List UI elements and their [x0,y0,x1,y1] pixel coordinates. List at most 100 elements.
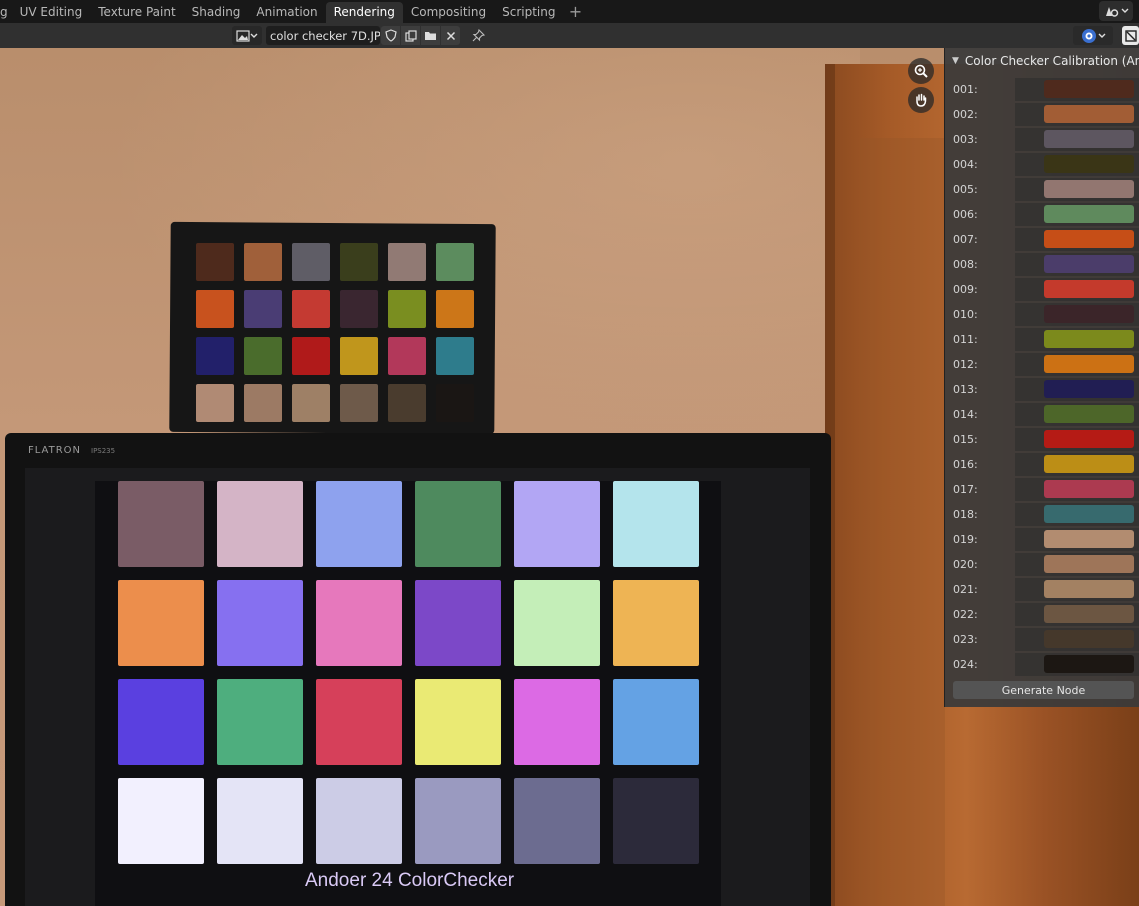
card-patch [436,290,474,328]
color-swatch[interactable] [1044,555,1134,573]
color-swatch[interactable] [1044,580,1134,598]
card-patch [292,384,330,422]
screen-patch [613,580,699,666]
display-mode-button[interactable] [1073,26,1113,45]
screen-patch [217,580,303,666]
scene-icon [1106,7,1119,17]
color-swatch[interactable] [1044,330,1134,348]
tab-shading[interactable]: Shading [184,2,249,23]
color-row-label: 007: [953,233,978,246]
chevron-down-icon [250,33,258,38]
color-swatch[interactable] [1044,280,1134,298]
hand-icon [916,93,927,107]
panel-title: Color Checker Calibration (Andoer) [964,54,1139,68]
color-row-label: 015: [953,433,978,446]
color-swatch[interactable] [1044,230,1134,248]
screen-patch [316,679,402,765]
add-workspace-button[interactable]: + [565,2,585,22]
card-patch [340,243,378,281]
tab-label: Scripting [502,5,556,19]
scene-selector-button[interactable] [1099,1,1133,21]
color-swatch[interactable] [1044,80,1134,98]
color-swatch[interactable] [1044,380,1134,398]
duplicate-image-button[interactable] [401,26,420,45]
color-row: 018: [944,503,1139,528]
color-swatch[interactable] [1044,130,1134,148]
color-row: 013: [944,378,1139,403]
card-patch [292,290,330,328]
color-row: 021: [944,578,1139,603]
color-swatch[interactable] [1044,530,1134,548]
color-swatch[interactable] [1044,155,1134,173]
tab-uv-editing[interactable]: UV Editing [12,2,91,23]
fake-user-button[interactable] [381,26,400,45]
screen-patch [613,778,699,864]
color-row-label: 004: [953,158,978,171]
color-row: 002: [944,103,1139,128]
tab-label: Rendering [333,5,395,19]
color-swatch[interactable] [1044,630,1134,648]
gizmo-toggle-button[interactable] [1122,26,1139,45]
color-row-label: 003: [953,133,978,146]
panel-header[interactable]: ▼ Color Checker Calibration (Andoer) [944,53,1139,69]
color-swatch[interactable] [1044,255,1134,273]
card-patch [388,243,426,281]
color-row-label: 021: [953,583,978,596]
color-swatch[interactable] [1044,205,1134,223]
color-row: 019: [944,528,1139,553]
tab-compositing[interactable]: Compositing [403,2,494,23]
card-patch [244,290,282,328]
tab-partial[interactable]: g [0,2,12,23]
color-swatch[interactable] [1044,305,1134,323]
pan-button[interactable] [908,87,934,113]
color-swatch[interactable] [1044,505,1134,523]
monitor-model-label: IPS235 [91,447,116,455]
color-row-label: 022: [953,608,978,621]
tab-rendering[interactable]: Rendering [325,1,403,23]
tab-animation[interactable]: Animation [248,2,325,23]
screen-patch [217,778,303,864]
color-row: 006: [944,203,1139,228]
color-swatch[interactable] [1044,105,1134,123]
color-swatch[interactable] [1044,180,1134,198]
card-patch [436,384,474,422]
card-patch [340,337,378,375]
image-name-field[interactable]: color checker 7D.JPG [266,26,380,45]
zoom-button[interactable] [908,58,934,84]
color-swatch[interactable] [1044,405,1134,423]
tab-label: Animation [256,5,318,19]
card-patch [196,384,234,422]
color-swatch[interactable] [1044,605,1134,623]
generate-node-button[interactable]: Generate Node [953,681,1134,699]
duplicate-icon [404,29,417,42]
color-row-label: 023: [953,633,978,646]
image-browse-button[interactable] [232,26,262,45]
color-swatch[interactable] [1044,355,1134,373]
color-checker-panel: ▼ Color Checker Calibration (Andoer) 001… [944,48,1139,707]
tab-texture-paint[interactable]: Texture Paint [90,2,183,23]
gizmo-icon [1124,29,1137,42]
color-swatch[interactable] [1044,430,1134,448]
open-image-button[interactable] [421,26,440,45]
pin-button[interactable] [468,26,488,45]
color-row-label: 014: [953,408,978,421]
tab-scripting[interactable]: Scripting [494,2,563,23]
color-swatch[interactable] [1044,655,1134,673]
screen-patch [316,778,402,864]
unlink-image-button[interactable] [441,26,460,45]
chevron-down-icon [1121,8,1129,13]
image-icon [236,29,250,42]
color-row: 024: [944,653,1139,678]
color-swatch[interactable] [1044,480,1134,498]
screen-patch [613,481,699,567]
color-row-label: 018: [953,508,978,521]
collapse-triangle-icon: ▼ [952,56,959,66]
folder-icon [425,32,436,40]
color-row-label: 017: [953,483,978,496]
card-patch [436,243,474,281]
color-swatch[interactable] [1044,455,1134,473]
screen-patch [217,481,303,567]
color-row-label: 024: [953,658,978,671]
screen-patch [514,679,600,765]
plus-icon: + [568,2,583,21]
